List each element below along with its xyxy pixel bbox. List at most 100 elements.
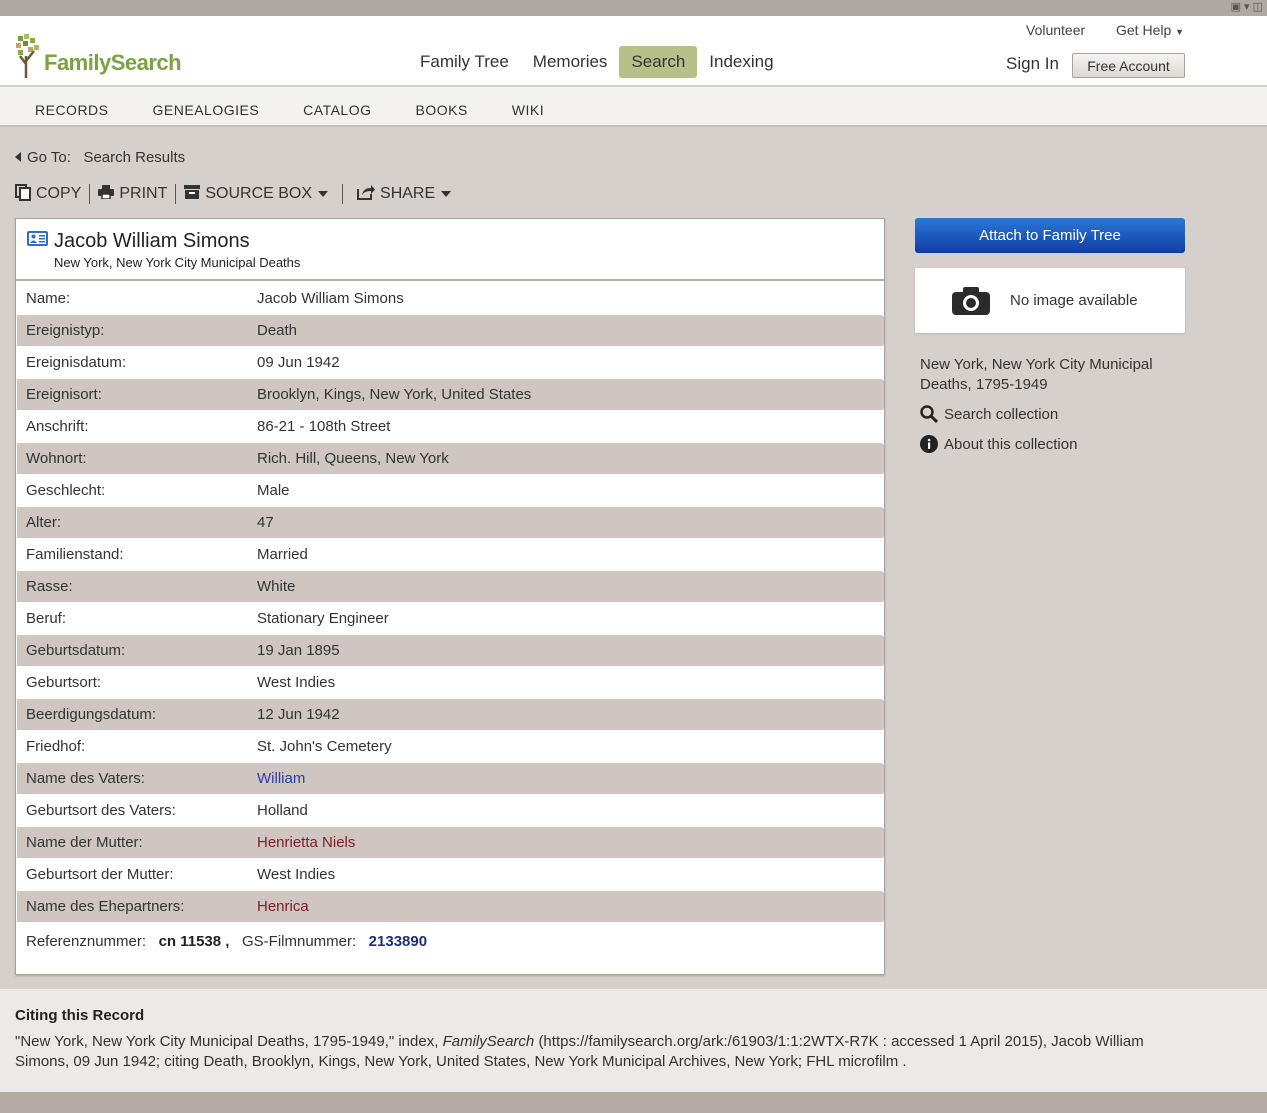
row-value: Married (257, 546, 308, 563)
nav-indexing[interactable]: Indexing (697, 46, 785, 78)
row-value: Jacob William Simons (257, 290, 404, 307)
print-label: PRINT (119, 185, 168, 202)
row-value: St. John's Cemetery (257, 738, 392, 755)
film-number-link[interactable]: 2133890 (369, 933, 427, 950)
reference-value: cn 11538 (158, 933, 222, 950)
get-help-menu[interactable]: Get Help ▼ (1116, 22, 1184, 38)
source-box-button[interactable]: SOURCE BOX (176, 185, 336, 203)
printer-icon (98, 185, 115, 203)
about-collection-link[interactable]: About this collection (920, 435, 1077, 453)
row-value: 19 Jan 1895 (257, 642, 340, 659)
browser-top-bar: ▣ ▾ ◫ (0, 0, 1267, 16)
table-row: Anschrift: 86-21 - 108th Street (17, 411, 884, 443)
site-header: FamilySearch Family Tree Memories Search… (0, 16, 1267, 86)
reference-separator: , (225, 933, 230, 950)
copy-button[interactable]: COPY (15, 183, 89, 205)
table-row: Geburtsort: West Indies (17, 667, 884, 699)
table-row: Ereignistyp: Death (17, 315, 884, 347)
subnav-records[interactable]: RECORDS (35, 87, 109, 125)
table-row: Wohnort: Rich. Hill, Queens, New York (17, 443, 884, 475)
sign-in-link[interactable]: Sign In (1006, 54, 1059, 74)
citation-text-part: "New York, New York City Municipal Death… (15, 1033, 439, 1050)
info-icon (920, 435, 938, 453)
row-value: 47 (257, 514, 274, 531)
row-value: West Indies (257, 674, 336, 691)
back-arrow-icon (15, 152, 21, 162)
subnav-genealogies[interactable]: GENEALOGIES (153, 87, 260, 125)
person-record-icon (27, 231, 48, 246)
table-row: Familienstand: Married (17, 539, 884, 571)
reference-label: Referenznummer: (26, 933, 147, 950)
nav-search[interactable]: Search (619, 46, 698, 78)
table-row: Name des Ehepartners: Henrica (17, 891, 884, 923)
familysearch-logo[interactable]: FamilySearch (14, 34, 182, 78)
record-person-name: Jacob William Simons (54, 230, 250, 252)
row-value: 12 Jun 1942 (257, 706, 340, 723)
search-collection-link[interactable]: Search collection (920, 405, 1058, 423)
share-icon (357, 184, 376, 204)
dropdown-caret-icon (441, 191, 452, 197)
record-toolbar: COPY PRINT SOURCE BOX SHARE (15, 182, 459, 206)
row-label: Geburtsort des Vaters: (26, 802, 176, 819)
spouse-name-link[interactable]: Henrica (257, 898, 884, 915)
volunteer-link[interactable]: Volunteer (1026, 22, 1085, 38)
table-row: Geburtsort der Mutter: West Indies (17, 859, 884, 891)
record-card: Jacob William Simons New York, New York … (15, 218, 885, 975)
row-label: Beerdigungsdatum: (26, 706, 157, 723)
subnav-books[interactable]: BOOKS (416, 87, 468, 125)
print-button[interactable]: PRINT (90, 185, 175, 203)
citation-heading: Citing this Record (15, 1007, 145, 1024)
main-nav: Family Tree Memories Search Indexing (408, 46, 786, 78)
source-box-label: SOURCE BOX (205, 185, 313, 202)
search-results-link[interactable]: Search Results (83, 149, 185, 166)
nav-family-tree[interactable]: Family Tree (408, 46, 521, 78)
row-label: Name der Mutter: (26, 834, 143, 851)
dropdown-caret-icon (318, 191, 329, 197)
dropdown-arrow-icon: ▼ (1175, 27, 1185, 37)
subnav-catalog[interactable]: CATALOG (303, 87, 371, 125)
row-label: Familienstand: (26, 546, 124, 563)
copy-label: COPY (36, 185, 82, 202)
citation-section: Citing this Record "New York, New York C… (0, 989, 1267, 1092)
share-button[interactable]: SHARE (343, 184, 459, 204)
row-value: Male (257, 482, 290, 499)
row-value: Stationary Engineer (257, 610, 389, 627)
nav-memories[interactable]: Memories (521, 46, 620, 78)
row-label: Beruf: (26, 610, 67, 627)
record-collection-name: New York, New York City Municipal Deaths (54, 255, 301, 270)
row-value: 86-21 - 108th Street (257, 418, 391, 435)
table-row: Ereignisdatum: 09 Jun 1942 (17, 347, 884, 379)
film-label: GS-Filmnummer: (241, 933, 357, 950)
sub-nav: RECORDS GENEALOGIES CATALOG BOOKS WIKI (0, 87, 1267, 127)
page-bottom-bar (0, 1092, 1267, 1113)
main-content: Go To: Search Results COPY PRINT SOURCE … (0, 129, 1267, 989)
row-label: Ereignistyp: (26, 322, 105, 339)
table-row: Rasse: White (17, 571, 884, 603)
table-row: Beerdigungsdatum: 12 Jun 1942 (17, 699, 884, 731)
row-label: Ereignisort: (26, 386, 102, 403)
free-account-button[interactable]: Free Account (1072, 53, 1185, 78)
row-value: 09 Jun 1942 (257, 354, 340, 371)
row-value: Brooklyn, Kings, New York, United States (257, 386, 532, 403)
share-label: SHARE (380, 185, 436, 202)
father-name-link[interactable]: William (257, 770, 884, 787)
table-row: Geschlecht: Male (17, 475, 884, 507)
collection-title-link[interactable]: New York, New York City Municipal Deaths… (920, 355, 1185, 395)
reference-line: Referenznummer: cn 11538 , GS-Filmnummer… (26, 933, 427, 950)
row-label: Geburtsdatum: (26, 642, 126, 659)
mother-name-link[interactable]: Henrietta Niels (257, 834, 884, 851)
table-row: Alter: 47 (17, 507, 884, 539)
citation-text: "New York, New York City Municipal Death… (15, 1032, 1195, 1072)
no-image-panel: No image available (915, 268, 1185, 333)
row-label: Anschrift: (26, 418, 89, 435)
row-label: Friedhof: (26, 738, 86, 755)
row-label: Name: (26, 290, 71, 307)
row-value: Holland (257, 802, 308, 819)
subnav-wiki[interactable]: WIKI (512, 87, 544, 125)
row-label: Wohnort: (26, 450, 87, 467)
row-label: Rasse: (26, 578, 73, 595)
table-row: Geburtsort des Vaters: Holland (17, 795, 884, 827)
attach-to-family-tree-button[interactable]: Attach to Family Tree (915, 218, 1185, 253)
table-row: Name: Jacob William Simons (17, 283, 884, 315)
row-value: Rich. Hill, Queens, New York (257, 450, 449, 467)
